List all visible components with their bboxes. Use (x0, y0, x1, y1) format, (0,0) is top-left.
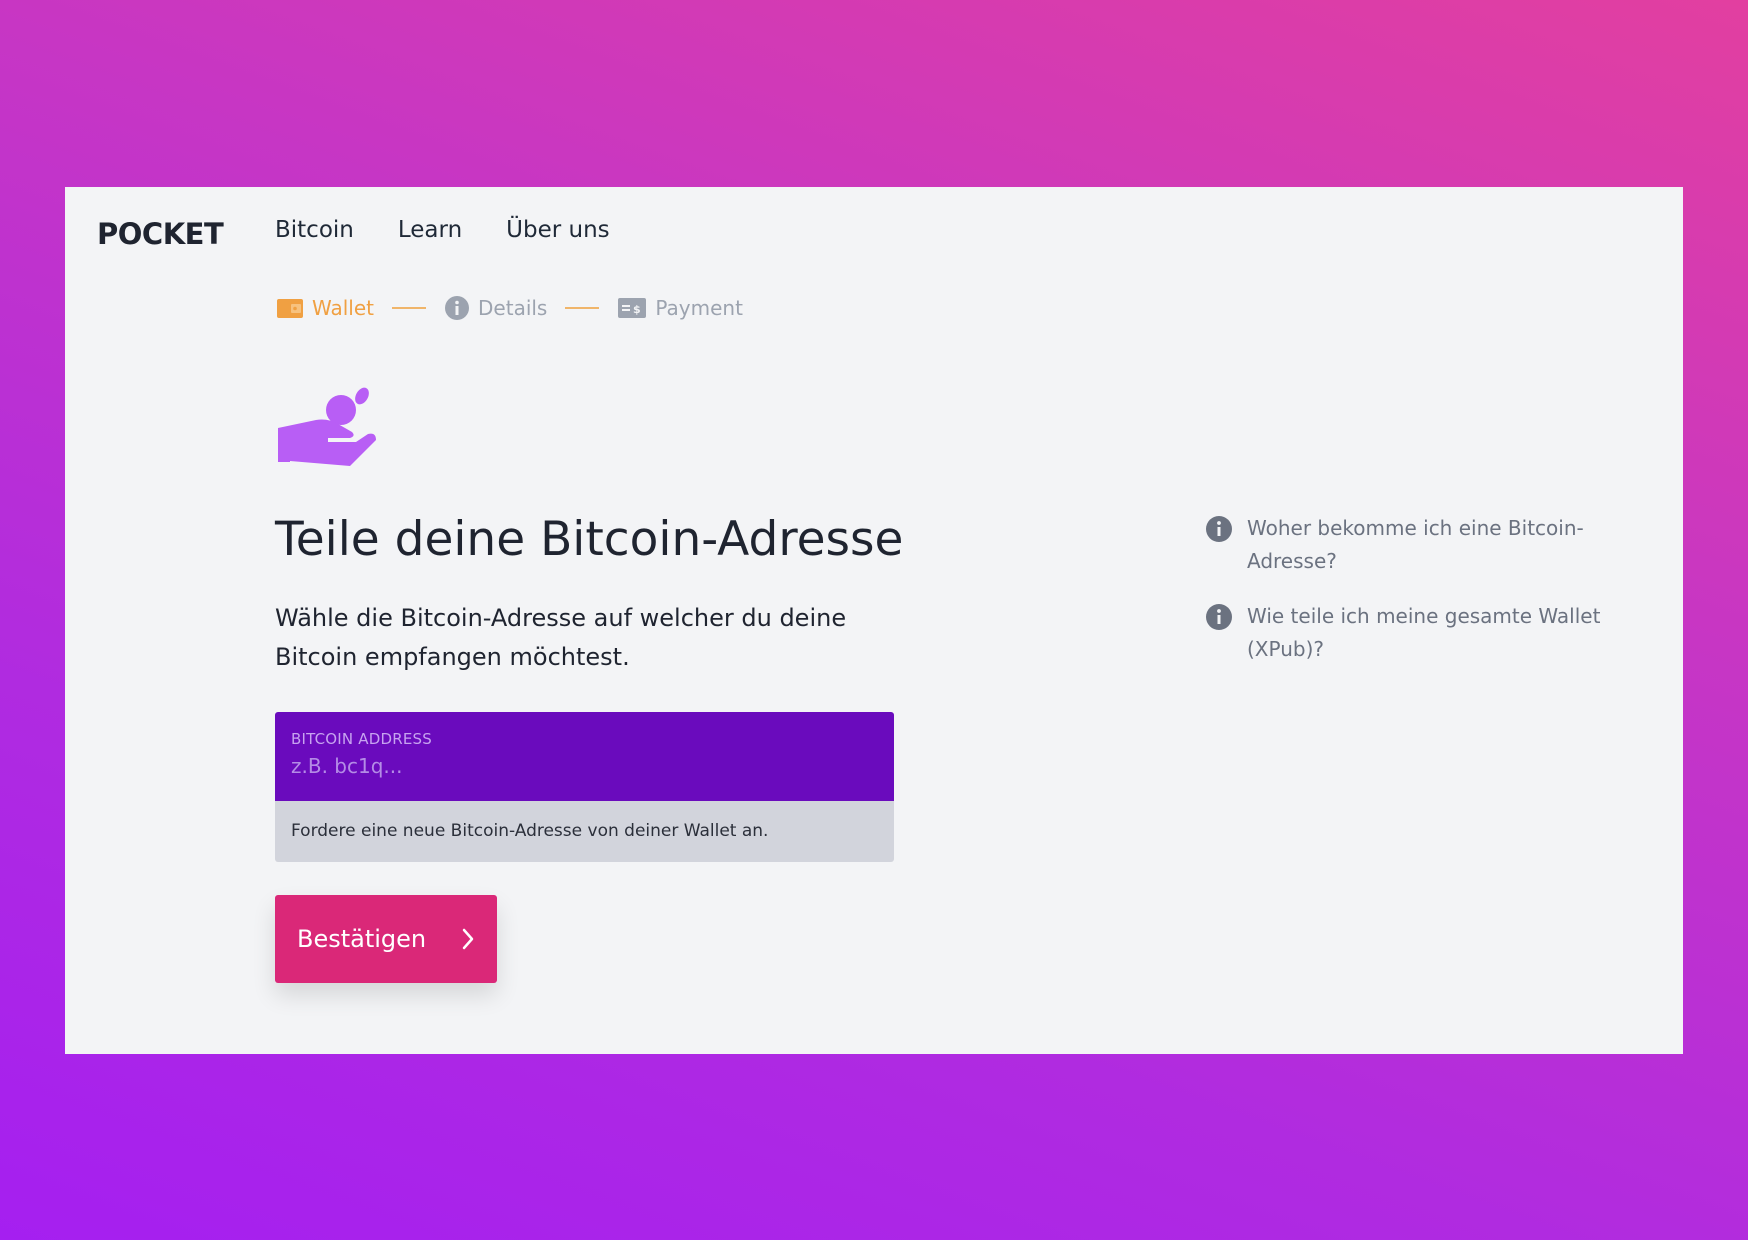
step-label: Payment (655, 296, 743, 320)
progress-steps: Wallet Details $ Payment (276, 295, 743, 321)
hand-receive-coin-icon (278, 387, 376, 466)
help-link-where-address[interactable]: Woher bekomme ich eine Bitcoin-Adresse? (1205, 512, 1605, 578)
info-icon (445, 296, 470, 320)
step-payment: $ Payment (617, 296, 743, 320)
step-connector (392, 307, 427, 309)
nav-link-bitcoin[interactable]: Bitcoin (275, 217, 354, 243)
confirm-button[interactable]: Bestätigen (275, 895, 497, 983)
payment-card-icon: $ (618, 298, 647, 318)
pocket-logo[interactable]: POCKET (97, 217, 224, 251)
svg-text:$: $ (633, 303, 641, 316)
bitcoin-address-input[interactable] (291, 754, 878, 778)
app-window: POCKET Bitcoin Learn Über uns Wallet Det… (65, 187, 1683, 1054)
chevron-right-icon (462, 928, 474, 950)
main-nav: Bitcoin Learn Über uns (275, 217, 610, 243)
nav-link-learn[interactable]: Learn (398, 217, 462, 243)
help-link-text: Wie teile ich meine gesamte Wallet (XPub… (1247, 604, 1601, 661)
info-icon (1206, 516, 1232, 542)
step-wallet: Wallet (276, 296, 374, 320)
help-links: Woher bekomme ich eine Bitcoin-Adresse? … (1205, 512, 1605, 688)
bitcoin-address-field[interactable]: BITCOIN ADDRESS (275, 712, 894, 801)
step-label: Wallet (312, 296, 375, 320)
help-link-share-xpub[interactable]: Wie teile ich meine gesamte Wallet (XPub… (1205, 600, 1605, 666)
step-details: Details (444, 295, 547, 321)
nav-link-about[interactable]: Über uns (506, 217, 610, 243)
step-connector (565, 307, 600, 309)
address-hint: Fordere eine neue Bitcoin-Adresse von de… (275, 801, 894, 862)
step-label: Details (478, 296, 548, 320)
page-title: Teile deine Bitcoin-Adresse (275, 512, 904, 567)
help-link-text: Woher bekomme ich eine Bitcoin-Adresse? (1247, 516, 1584, 573)
wallet-icon (277, 299, 303, 318)
page-subtitle: Wähle die Bitcoin-Adresse auf welcher du… (275, 604, 847, 671)
bitcoin-address-label: BITCOIN ADDRESS (291, 730, 432, 748)
confirm-button-label: Bestätigen (297, 925, 427, 953)
info-icon (1206, 604, 1232, 630)
page-background: { "header": { "logo": "POCKET", "nav": [… (0, 0, 1748, 1240)
